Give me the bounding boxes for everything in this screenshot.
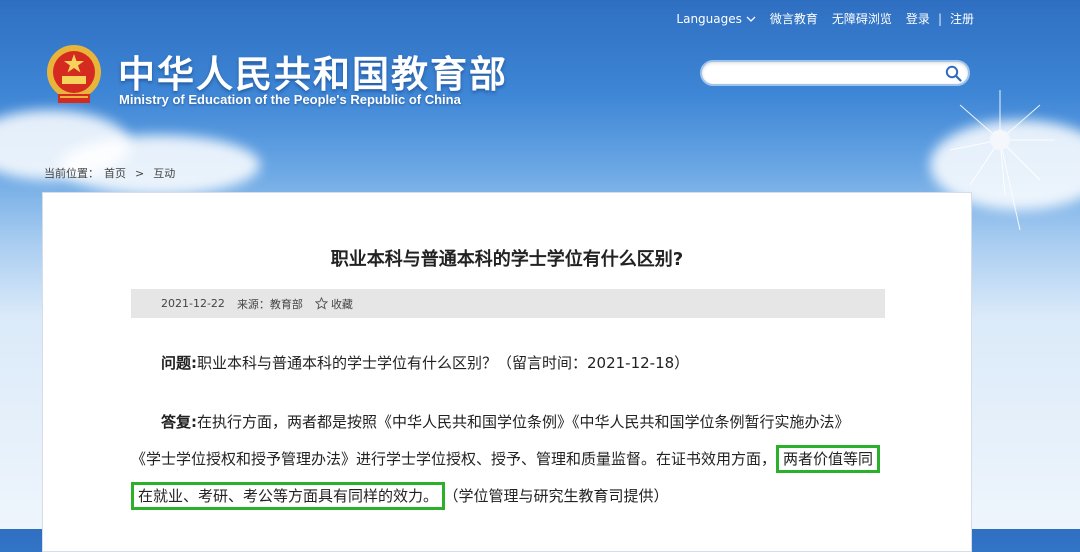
chevron-down-icon (746, 16, 756, 22)
answer-line2: 《学士学位授权和授予管理办法》进行学士学位授权、授予、管理和质量监督。在证书效用… (131, 450, 777, 468)
login-link[interactable]: 登录 (906, 10, 930, 27)
breadcrumb-prefix: 当前位置： (44, 167, 99, 180)
languages-dropdown[interactable]: Languages (676, 11, 756, 26)
answer-source-note: （学位管理与研究生教育司提供） (451, 487, 669, 505)
publish-date: 2021-12-22 (161, 297, 225, 310)
article-title: 职业本科与普通本科的学士学位有什么区别? (330, 249, 684, 270)
breadcrumb: 当前位置： 首页 > 互动 (44, 165, 175, 181)
highlight-box-1: 两者价值等同 (776, 445, 881, 473)
star-icon (314, 297, 328, 310)
question-text: 职业本科与普通本科的学士学位有什么区别？（留言时间：2021-12-18） (197, 354, 690, 372)
register-link[interactable]: 注册 (950, 10, 974, 27)
search-icon[interactable] (945, 65, 962, 82)
article-meta-bar: 2021-12-22 来源：教育部 收藏 (131, 289, 885, 318)
weibo-link[interactable]: 微言教育 (770, 10, 818, 27)
search-input[interactable] (712, 63, 936, 85)
highlight-box-2: 在就业、考研、考公等方面具有同样的效力。 (131, 482, 446, 510)
favorite-button[interactable]: 收藏 (314, 296, 353, 312)
breadcrumb-home[interactable]: 首页 (104, 165, 126, 181)
answer-paragraph: 答复:在执行方面，两者都是按照《中华人民共和国学位条例》《中华人民共和国学位条例… (131, 404, 891, 515)
national-emblem-logo (47, 45, 101, 103)
article-source: 来源：教育部 (236, 297, 303, 311)
accessible-browse-link[interactable]: 无障碍浏览 (832, 10, 892, 27)
article-panel: 职业本科与普通本科的学士学位有什么区别? 2021-12-22 来源：教育部 收… (42, 192, 972, 552)
breadcrumb-separator: > (135, 166, 145, 180)
site-subtitle: Ministry of Education of the People's Re… (119, 92, 461, 107)
answer-line1: 在执行方面，两者都是按照《中华人民共和国学位条例》《中华人民共和国学位条例暂行实… (197, 413, 850, 431)
question-paragraph: 问题:职业本科与普通本科的学士学位有什么区别？（留言时间：2021-12-18） (161, 345, 689, 382)
answer-label: 答复: (161, 413, 197, 431)
question-label: 问题: (161, 354, 197, 372)
favorite-label: 收藏 (330, 297, 353, 311)
nav-divider: | (937, 11, 942, 26)
search-box[interactable] (700, 60, 970, 86)
top-nav: Languages 微言教育 无障碍浏览 登录 | 注册 (676, 10, 974, 27)
site-title[interactable]: 中华人民共和国教育部 (118, 44, 508, 98)
breadcrumb-current[interactable]: 互动 (153, 165, 175, 181)
languages-label: Languages (676, 11, 742, 26)
